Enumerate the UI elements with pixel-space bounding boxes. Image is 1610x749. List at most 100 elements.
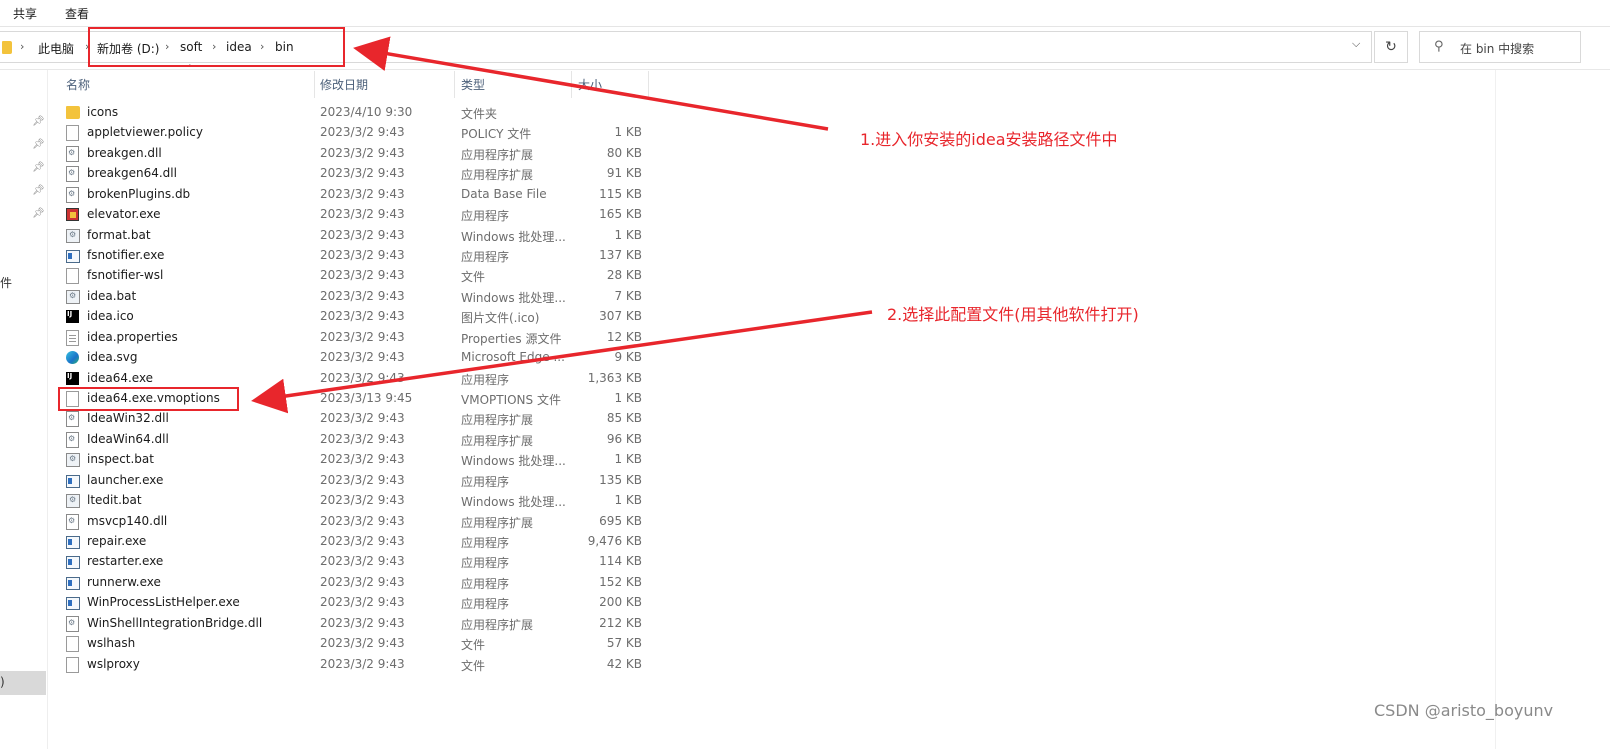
file-name: elevator.exe [87,207,161,222]
file-icon [66,656,79,673]
pin-icon[interactable]: 📌︎ [32,139,45,150]
file-name: icons [87,105,119,119]
file-date: 2023/3/2 9:43 [320,268,405,283]
file-date: 2023/3/2 9:43 [320,574,405,589]
nav-item-selected[interactable]: ) [0,671,46,695]
file-row[interactable]: elevator.exe 2023/3/2 9:43 应用程序 165 KB [60,205,656,225]
file-row[interactable]: brokenPlugins.db 2023/3/2 9:43 Data Base F… [60,185,656,205]
chevron-down-icon[interactable]: ⌵ [1352,37,1360,51]
nav-item-fragment[interactable]: 件 [0,274,12,291]
file-date: 2023/3/2 9:43 [320,636,405,651]
file-size: 1 KB [614,391,642,406]
column-divider[interactable] [314,71,315,98]
file-date: 2023/3/2 9:43 [320,248,405,262]
file-row[interactable]: icons 2023/4/10 9:30 文件夹 [60,103,656,123]
file-name: breakgen64.dll [87,166,177,181]
file-name: IdeaWin64.dll [87,431,169,446]
bat-icon [66,228,80,243]
pin-icon[interactable]: 📌︎ [32,162,45,173]
file-date: 2023/3/2 9:43 [320,145,405,160]
file-date: 2023/3/2 9:43 [320,472,405,487]
column-header-type[interactable]: 类型 [461,76,485,93]
annotation-note-1: 1.进入你安装的idea安装路径文件中 [860,130,1118,149]
file-type: 应用程序 [461,576,510,591]
file-size: 1 KB [614,452,642,467]
file-row[interactable]: wslhash 2023/3/2 9:43 文件 57 KB [60,634,656,654]
column-header-date[interactable]: 修改日期 [320,76,368,93]
file-name: ltedit.bat [87,493,142,508]
file-row[interactable]: WinProcessListHelper.exe 2023/3/2 9:43 应用程… [60,593,656,613]
file-name: breakgen.dll [87,145,162,160]
file-row[interactable]: wslproxy 2023/3/2 9:43 文件 42 KB [60,655,656,675]
file-row[interactable]: idea.properties 2023/3/2 9:43 Properties 源… [60,328,656,348]
file-size: 7 KB [614,288,642,303]
file-date: 2023/3/2 9:43 [320,411,405,426]
refresh-button[interactable]: ↻ [1374,31,1408,63]
file-row[interactable]: idea.ico 2023/3/2 9:43 图片文件(.ico) 307 KB [60,307,656,327]
file-date: 2023/3/2 9:43 [320,615,405,630]
file-row[interactable]: inspect.bat 2023/3/2 9:43 Windows 批处理... 1 … [60,450,656,470]
column-divider[interactable] [571,71,572,98]
breadcrumb-this-pc[interactable]: 此电脑 [38,40,74,57]
tab-view[interactable]: 查看 [65,5,89,22]
file-row[interactable]: idea.svg 2023/3/2 9:43 Microsoft Edge ... 9… [60,348,656,368]
file-size: 212 KB [599,615,642,630]
file-date: 2023/3/2 9:43 [320,329,405,344]
file-date: 2023/3/2 9:43 [320,534,405,549]
file-row[interactable]: msvcp140.dll 2023/3/2 9:43 应用程序扩展 695 KB [60,512,656,532]
file-row[interactable]: IdeaWin32.dll 2023/3/2 9:43 应用程序扩展 85 KB [60,409,656,429]
idea-icon [66,371,79,385]
file-type: Microsoft Edge ... [461,350,565,365]
column-header-name[interactable]: 名称 [66,76,90,93]
exe-icon [66,474,80,488]
file-date: 2023/3/2 9:43 [320,452,405,467]
file-date: 2023/3/2 9:43 [320,125,405,140]
bat-icon [66,289,80,304]
file-row[interactable]: appletviewer.policy 2023/3/2 9:43 POLICY 文… [60,123,656,143]
file-type: 文件夹 [461,107,498,121]
dll-icon [66,166,79,183]
column-divider[interactable] [648,71,649,98]
file-size: 1 KB [614,493,642,508]
file-name: appletviewer.policy [87,125,203,140]
file-size: 57 KB [606,636,642,651]
file-size: 200 KB [599,595,642,610]
file-row[interactable]: WinShellIntegrationBridge.dll 2023/3/2 9:… [60,614,656,634]
file-date: 2023/3/2 9:43 [320,554,405,569]
column-divider[interactable] [454,71,455,98]
file-row[interactable]: breakgen64.dll 2023/3/2 9:43 应用程序扩展 91 KB [60,164,656,184]
file-icon [66,125,79,142]
pin-icon[interactable]: 📌︎ [32,185,45,196]
tab-share[interactable]: 共享 [13,5,37,22]
column-header-size[interactable]: 大小 [578,76,602,93]
file-row[interactable]: idea64.exe 2023/3/2 9:43 应用程序 1,363 KB [60,369,656,389]
file-row[interactable]: format.bat 2023/3/2 9:43 Windows 批处理... 1 K… [60,226,656,246]
elevator-icon [66,208,79,222]
file-name: WinProcessListHelper.exe [87,595,240,610]
search-input[interactable]: ⚲ 在 bin 中搜索 [1419,31,1581,63]
exe-icon [66,536,80,550]
pin-icon[interactable]: 📌︎ [32,116,45,127]
pin-icon[interactable]: 📌︎ [32,208,45,219]
file-size: 307 KB [599,309,642,324]
file-icon [66,268,79,285]
file-row[interactable]: IdeaWin64.dll 2023/3/2 9:43 应用程序扩展 96 KB [60,430,656,450]
file-row[interactable]: restarter.exe 2023/3/2 9:43 应用程序 114 KB [60,552,656,572]
chevron-right-icon: › [20,40,25,53]
file-type: Windows 批处理... [461,454,566,469]
file-date: 2023/3/2 9:43 [320,513,405,528]
file-size: 42 KB [606,656,642,671]
file-row[interactable]: launcher.exe 2023/3/2 9:43 应用程序 135 KB [60,471,656,491]
file-row[interactable]: breakgen.dll 2023/3/2 9:43 应用程序扩展 80 KB [60,144,656,164]
file-name: idea.ico [87,309,134,324]
file-row[interactable]: idea.bat 2023/3/2 9:43 Windows 批处理... 7 KB [60,287,656,307]
file-row[interactable]: ltedit.bat 2023/3/2 9:43 Windows 批处理... 1 K… [60,491,656,511]
properties-icon [66,329,79,346]
file-row[interactable]: fsnotifier-wsl 2023/3/2 9:43 文件 28 KB [60,266,656,286]
dll-icon [66,615,79,632]
file-row[interactable]: fsnotifier.exe 2023/3/2 9:43 应用程序 137 KB [60,246,656,266]
file-row[interactable]: runnerw.exe 2023/3/2 9:43 应用程序 152 KB [60,573,656,593]
file-type: 文件 [461,658,486,673]
file-row[interactable]: repair.exe 2023/3/2 9:43 应用程序 9,476 KB [60,532,656,552]
file-date: 2023/3/2 9:43 [320,166,405,181]
